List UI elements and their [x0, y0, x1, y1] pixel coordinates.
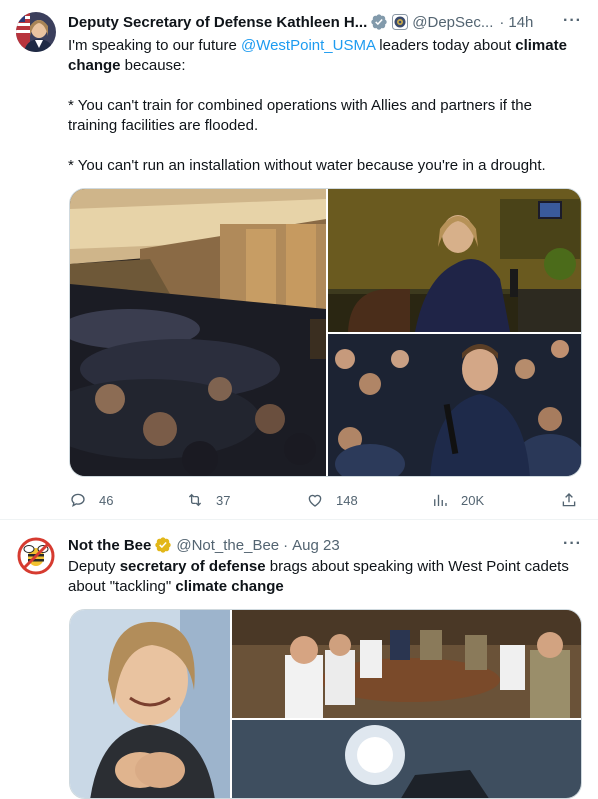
- bold-text: secretary of defense: [119, 558, 266, 575]
- reply-icon: [71, 493, 85, 507]
- separator-dot: ·: [499, 13, 505, 31]
- share-button[interactable]: [560, 490, 578, 510]
- text-part: because:: [120, 57, 186, 74]
- like-button[interactable]: 148: [306, 490, 358, 510]
- author-handle[interactable]: @Not_the_Bee: [176, 537, 279, 554]
- author-name[interactable]: Not the Bee: [68, 537, 151, 554]
- bold-text: climate change: [175, 578, 284, 595]
- retweet-button[interactable]: 37: [186, 490, 230, 510]
- photo-depsec-portrait[interactable]: [70, 610, 230, 799]
- media-grid[interactable]: [69, 188, 582, 477]
- separator-dot: ·: [283, 536, 289, 554]
- like-count: 148: [336, 492, 358, 508]
- media-images[interactable]: [70, 610, 582, 799]
- retweet-count: 37: [216, 492, 231, 508]
- reply-button[interactable]: 46: [69, 490, 113, 510]
- views-icon: [434, 494, 447, 506]
- photo-speaker[interactable]: [328, 189, 582, 332]
- text-part: I'm speaking to our future: [68, 37, 241, 54]
- more-icon[interactable]: ···: [563, 12, 582, 30]
- views-count: 20K: [461, 492, 485, 508]
- tweet-timestamp[interactable]: 14h: [508, 14, 533, 31]
- author-handle[interactable]: @DepSec...: [412, 14, 493, 31]
- tweet-actions: 46 37 148 20K: [69, 490, 579, 512]
- verified-badge-icon: [154, 536, 172, 554]
- paragraph: * You can't train for combined operation…: [68, 97, 532, 134]
- avatar-depsec[interactable]: [16, 12, 56, 52]
- retweet-icon: [188, 493, 202, 507]
- text-part: Deputy: [68, 558, 120, 575]
- photo-auditorium[interactable]: [70, 189, 326, 477]
- media-grid[interactable]: [69, 609, 582, 799]
- photo-cadet-question[interactable]: [328, 334, 582, 477]
- more-icon[interactable]: ···: [563, 535, 582, 553]
- media-images[interactable]: [70, 189, 582, 477]
- photo-bright-light[interactable]: [232, 720, 582, 799]
- avatar-notthebee[interactable]: [16, 536, 56, 576]
- tweet-notthebee[interactable]: Not the Bee @Not_the_Bee · Aug 23 ··· De…: [0, 521, 598, 799]
- tweet-depsec[interactable]: Deputy Secretary of Defense Kathleen H..…: [0, 0, 598, 520]
- verified-badge-icon: [370, 13, 388, 31]
- tweet-timestamp[interactable]: Aug 23: [292, 537, 340, 554]
- mention-link[interactable]: @WestPoint_USMA: [241, 37, 375, 54]
- share-icon: [562, 493, 576, 507]
- tweet-text: I'm speaking to our future @WestPoint_US…: [68, 36, 580, 176]
- photo-cadets-table[interactable]: [232, 610, 582, 718]
- reply-count: 46: [99, 492, 114, 508]
- paragraph: * You can't run an installation without …: [68, 157, 546, 174]
- text-part: leaders today about: [375, 37, 516, 54]
- tweet-text: Deputy secretary of defense brags about …: [68, 557, 580, 597]
- views-button[interactable]: 20K: [431, 490, 484, 510]
- like-icon: [308, 494, 322, 507]
- gov-affiliate-icon[interactable]: [392, 14, 409, 30]
- author-name[interactable]: Deputy Secretary of Defense Kathleen H..…: [68, 14, 367, 31]
